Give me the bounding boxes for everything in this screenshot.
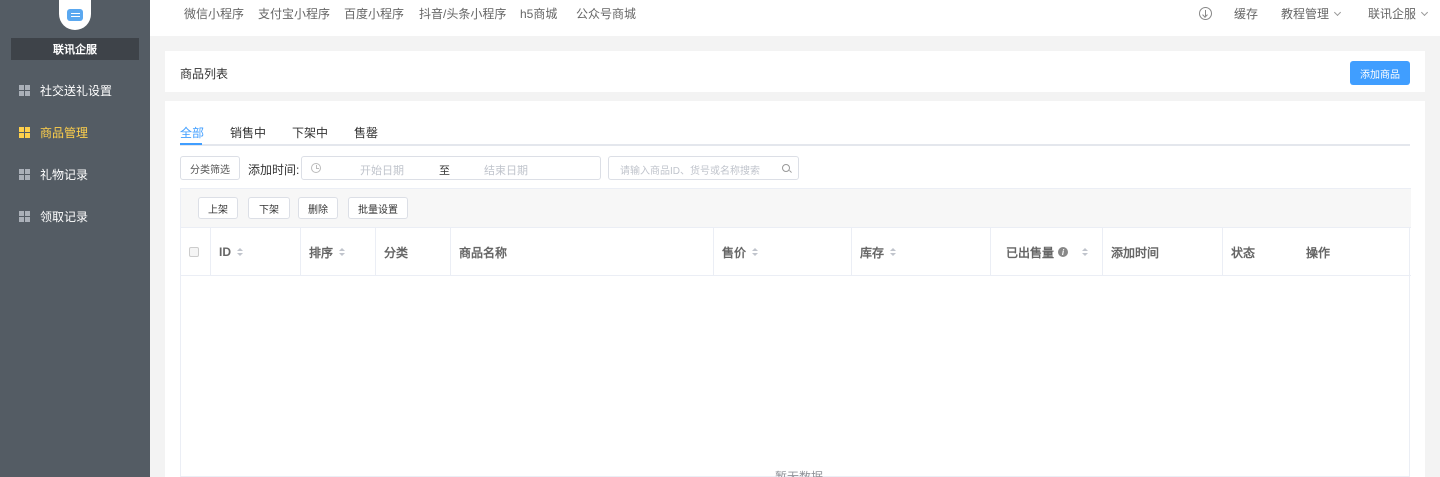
grid-icon (19, 168, 30, 180)
nav-link-official-account[interactable]: 公众号商城 (576, 0, 636, 28)
batch-list-button[interactable]: 上架 (198, 197, 238, 219)
sidebar-item-gift-settings[interactable]: 社交送礼设置 (0, 70, 150, 110)
column-header-price[interactable]: 售价 (714, 228, 852, 276)
top-navbar: 微信小程序 支付宝小程序 百度小程序 抖音/头条小程序 h5商城 公众号商城 缓… (150, 0, 1440, 36)
sidebar-item-label: 商品管理 (40, 125, 89, 140)
sort-icon[interactable] (1082, 248, 1089, 256)
column-header-added-time: 添加时间 (1103, 228, 1223, 276)
chevron-down-icon (1420, 8, 1429, 17)
column-label: 状态 (1231, 245, 1256, 260)
sort-icon[interactable] (890, 248, 897, 256)
column-header-id[interactable]: ID (211, 228, 301, 276)
logo-icon (67, 9, 83, 21)
chevron-down-icon (1333, 8, 1342, 17)
product-list-panel: 全部 销售中 下架中 售罄 分类筛选 添加时间: 开始日期 至 结束日期 请输入… (165, 101, 1425, 477)
column-header-name: 商品名称 (451, 228, 714, 276)
select-all-checkbox[interactable] (189, 247, 199, 257)
grid-icon (19, 84, 30, 96)
column-label: 操作 (1306, 245, 1331, 260)
sidebar: 联讯企服 社交送礼设置 商品管理 礼物记录 领取记录 (0, 0, 150, 477)
category-filter-button[interactable]: 分类筛选 (180, 156, 240, 180)
column-label: 分类 (384, 245, 409, 260)
tutorial-label: 教程管理 (1281, 7, 1330, 21)
search-icon[interactable] (782, 164, 790, 172)
column-label: 已出售量 (1006, 245, 1055, 260)
column-header-stock[interactable]: 库存 (852, 228, 991, 276)
column-label: 排序 (309, 245, 334, 260)
account-label: 联讯企服 (1368, 7, 1417, 21)
product-table: 上架 下架 删除 批量设置 ID 排序 分类 商品名称 售价 库存 已出售量 i… (180, 188, 1411, 477)
batch-settings-button[interactable]: 批量设置 (348, 197, 408, 219)
tab-sold-out[interactable]: 售罄 (354, 124, 378, 141)
table-header: ID 排序 分类 商品名称 售价 库存 已出售量 i 添加时间 状态 操作 (181, 227, 1411, 276)
column-header-sort[interactable]: 排序 (301, 228, 376, 276)
nav-link-douyin[interactable]: 抖音/头条小程序 (419, 0, 506, 28)
date-start-input[interactable]: 开始日期 (360, 162, 404, 178)
column-label: 添加时间 (1111, 245, 1160, 260)
tab-all[interactable]: 全部 (180, 124, 204, 141)
batch-delist-button[interactable]: 下架 (248, 197, 290, 219)
column-header-sold[interactable]: 已出售量 i (991, 228, 1103, 276)
app-logo (59, 0, 91, 30)
nav-link-h5[interactable]: h5商城 (520, 0, 557, 28)
info-icon[interactable]: i (1058, 247, 1069, 257)
nav-link-baidu[interactable]: 百度小程序 (344, 0, 404, 28)
column-label: 库存 (860, 245, 885, 260)
column-header-category: 分类 (376, 228, 451, 276)
sidebar-item-label: 社交送礼设置 (40, 83, 113, 98)
page-header: 商品列表 添加商品 (165, 51, 1425, 92)
account-menu[interactable]: 联讯企服 (1368, 0, 1429, 28)
sidebar-item-gift-records[interactable]: 礼物记录 (0, 154, 150, 194)
select-all-cell (181, 228, 211, 276)
column-label: 售价 (722, 245, 747, 260)
sort-icon[interactable] (339, 248, 346, 256)
brand-name: 联讯企服 (11, 38, 139, 60)
empty-state-text: 暂无数据 (775, 470, 824, 477)
tab-off-shelf[interactable]: 下架中 (292, 124, 328, 141)
date-separator: 至 (439, 165, 450, 177)
date-end-input[interactable]: 结束日期 (484, 162, 528, 178)
column-header-actions: 操作 (1298, 228, 1411, 276)
sidebar-item-product-management[interactable]: 商品管理 (0, 112, 150, 152)
product-search-input[interactable]: 请输入商品ID、货号或名称搜索 (608, 156, 799, 180)
add-product-button[interactable]: 添加商品 (1350, 61, 1410, 85)
tutorial-menu[interactable]: 教程管理 (1281, 0, 1342, 28)
nav-link-alipay[interactable]: 支付宝小程序 (258, 0, 330, 28)
sidebar-item-claim-records[interactable]: 领取记录 (0, 196, 150, 236)
grid-icon (19, 126, 30, 138)
column-label: ID (219, 245, 231, 259)
tab-on-sale[interactable]: 销售中 (230, 124, 266, 141)
sidebar-item-label: 领取记录 (40, 209, 89, 224)
grid-icon (19, 210, 30, 222)
date-filter-label: 添加时间: (248, 163, 300, 177)
cache-button[interactable]: 缓存 (1234, 0, 1258, 28)
status-tabs: 全部 销售中 下架中 售罄 (180, 119, 1410, 146)
nav-link-wechat[interactable]: 微信小程序 (184, 0, 244, 28)
column-header-status: 状态 (1223, 228, 1298, 276)
batch-delete-button[interactable]: 删除 (298, 197, 338, 219)
sort-icon[interactable] (237, 248, 243, 256)
sort-icon[interactable] (752, 248, 759, 256)
download-icon[interactable] (1199, 7, 1212, 20)
active-tab-indicator (180, 143, 202, 145)
clock-icon (311, 163, 321, 173)
search-placeholder: 请输入商品ID、货号或名称搜索 (620, 166, 760, 177)
date-range-picker[interactable]: 开始日期 至 结束日期 (301, 156, 601, 180)
batch-action-bar: 上架 下架 删除 批量设置 (181, 188, 1411, 227)
sidebar-item-label: 礼物记录 (40, 167, 89, 182)
page-title: 商品列表 (180, 67, 229, 81)
column-label: 商品名称 (459, 245, 508, 260)
